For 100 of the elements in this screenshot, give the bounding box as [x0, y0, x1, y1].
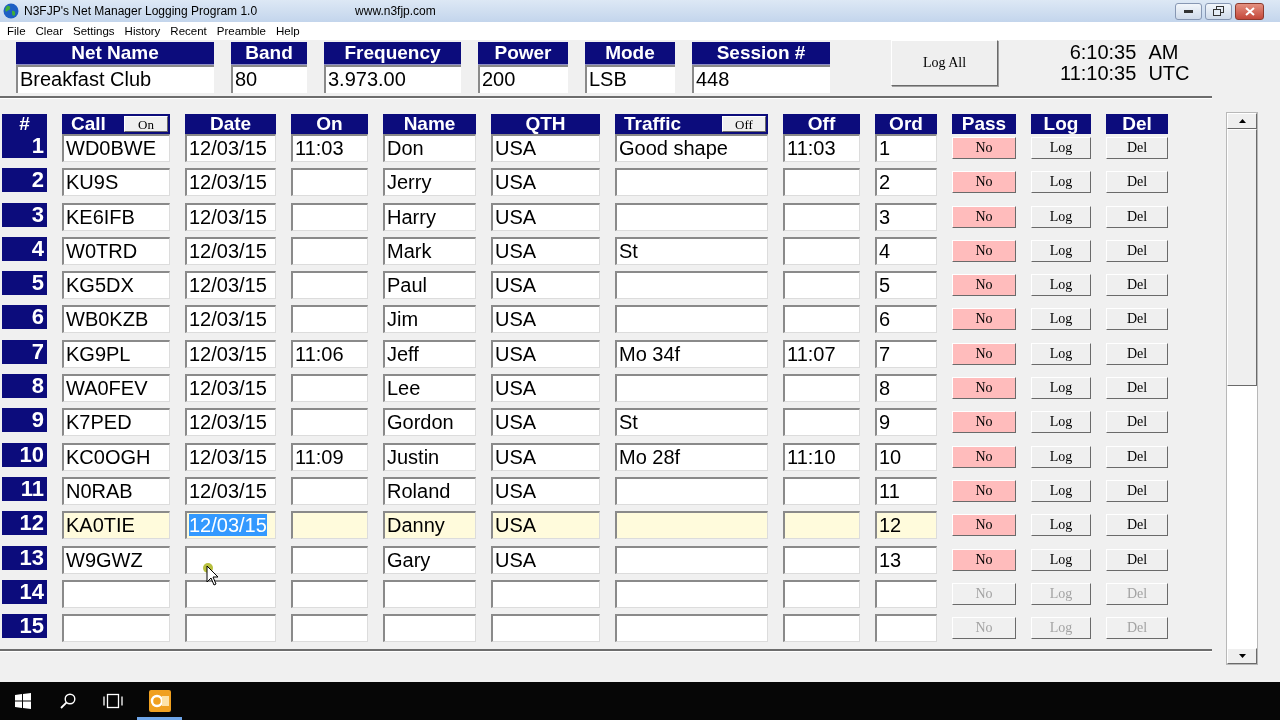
text-field[interactable]: 448 — [692, 65, 830, 93]
delete-button[interactable]: Del — [1106, 479, 1168, 502]
name-field[interactable]: Justin — [383, 442, 476, 471]
delete-button[interactable]: Del — [1106, 274, 1168, 297]
traffic-field[interactable] — [615, 476, 768, 505]
scrollbar-thumb[interactable] — [1227, 129, 1257, 386]
name-field[interactable]: Don — [383, 134, 476, 162]
qth-field[interactable]: USA — [491, 271, 600, 300]
pass-button[interactable]: No — [952, 308, 1016, 331]
menu-item[interactable]: Settings — [68, 25, 120, 37]
delete-button[interactable]: Del — [1106, 137, 1168, 159]
order-field[interactable]: 3 — [875, 202, 937, 231]
call-field[interactable]: WA0FEV — [62, 374, 170, 403]
toggle-button[interactable]: On — [124, 116, 168, 132]
order-field[interactable]: 1 — [875, 134, 937, 162]
name-field[interactable]: Mark — [383, 236, 476, 265]
log-button[interactable]: Log — [1031, 239, 1091, 262]
qth-field[interactable]: USA — [491, 236, 600, 265]
order-field[interactable]: 11 — [875, 476, 937, 505]
name-field[interactable]: Gordon — [383, 408, 476, 437]
order-field[interactable]: 4 — [875, 236, 937, 265]
qth-field[interactable]: USA — [491, 134, 600, 162]
name-field[interactable]: Jim — [383, 305, 476, 334]
off-time-field[interactable] — [783, 545, 860, 574]
on-time-field[interactable] — [291, 202, 368, 231]
qth-field[interactable]: USA — [491, 168, 600, 197]
date-field[interactable]: 12/03/15 — [185, 339, 276, 368]
scroll-up-button[interactable] — [1227, 113, 1257, 129]
delete-button[interactable]: Del — [1106, 239, 1168, 262]
text-field[interactable]: Breakfast Club — [16, 65, 214, 93]
pass-button[interactable]: No — [952, 171, 1016, 194]
pass-button[interactable]: No — [952, 239, 1016, 262]
log-button[interactable]: Log — [1031, 377, 1091, 400]
menu-item[interactable]: Help — [271, 25, 305, 37]
log-button[interactable]: Log — [1031, 445, 1091, 468]
name-field[interactable]: Lee — [383, 374, 476, 403]
call-field[interactable]: W0TRD — [62, 236, 170, 265]
delete-button[interactable]: Del — [1106, 411, 1168, 434]
scroll-down-button[interactable] — [1227, 648, 1257, 664]
name-field[interactable]: Paul — [383, 271, 476, 300]
date-field[interactable]: 12/03/15 — [185, 168, 276, 197]
on-time-field[interactable] — [291, 168, 368, 197]
date-field[interactable]: 12/03/15 — [185, 134, 276, 162]
on-time-field[interactable]: 11:03 — [291, 134, 368, 162]
call-field[interactable]: W9GWZ — [62, 545, 170, 574]
qth-field[interactable]: USA — [491, 476, 600, 505]
delete-button[interactable]: Del — [1106, 548, 1168, 571]
qth-field[interactable]: USA — [491, 511, 600, 540]
off-time-field[interactable] — [783, 511, 860, 540]
menu-item[interactable]: Recent — [165, 25, 212, 37]
pass-button[interactable]: No — [952, 445, 1016, 468]
menu-item[interactable]: Clear — [30, 25, 68, 37]
pass-button[interactable]: No — [952, 274, 1016, 297]
order-field[interactable]: 5 — [875, 271, 937, 300]
date-field[interactable]: 12/03/15 — [185, 271, 276, 300]
date-field[interactable]: 12/03/15 — [185, 236, 276, 265]
on-time-field[interactable] — [291, 408, 368, 437]
delete-button[interactable]: Del — [1106, 342, 1168, 365]
log-button[interactable]: Log — [1031, 171, 1091, 194]
off-time-field[interactable] — [783, 202, 860, 231]
traffic-field[interactable]: St — [615, 408, 768, 437]
on-time-field[interactable] — [291, 511, 368, 540]
traffic-field[interactable] — [615, 374, 768, 403]
log-button[interactable]: Log — [1031, 137, 1091, 159]
name-field[interactable]: Roland — [383, 476, 476, 505]
qth-field[interactable]: USA — [491, 408, 600, 437]
call-field[interactable]: N0RAB — [62, 476, 170, 505]
traffic-field[interactable] — [615, 202, 768, 231]
call-field[interactable]: KA0TIE — [62, 511, 170, 540]
call-field[interactable]: KU9S — [62, 168, 170, 197]
traffic-field[interactable]: Mo 34f — [615, 339, 768, 368]
call-field[interactable]: WB0KZB — [62, 305, 170, 334]
off-time-field[interactable] — [783, 476, 860, 505]
traffic-field[interactable] — [615, 511, 768, 540]
log-button[interactable]: Log — [1031, 411, 1091, 434]
order-field[interactable]: 6 — [875, 305, 937, 334]
delete-button[interactable]: Del — [1106, 445, 1168, 468]
on-time-field[interactable] — [291, 476, 368, 505]
off-time-field[interactable]: 11:10 — [783, 442, 860, 471]
scrollbar[interactable] — [1226, 112, 1258, 665]
delete-button[interactable]: Del — [1106, 171, 1168, 194]
name-field[interactable]: Danny — [383, 511, 476, 540]
traffic-field[interactable]: Mo 28f — [615, 442, 768, 471]
date-field[interactable]: 12/03/15 — [185, 202, 276, 231]
menu-item[interactable]: File — [2, 25, 31, 37]
name-field[interactable]: Jerry — [383, 168, 476, 197]
date-field[interactable] — [185, 545, 276, 574]
off-time-field[interactable] — [783, 236, 860, 265]
name-field[interactable]: Jeff — [383, 339, 476, 368]
pass-button[interactable]: No — [952, 411, 1016, 434]
order-field[interactable]: 10 — [875, 442, 937, 471]
log-all-button[interactable]: Log All — [891, 40, 998, 86]
on-time-field[interactable]: 11:09 — [291, 442, 368, 471]
traffic-field[interactable] — [615, 545, 768, 574]
qth-field[interactable]: USA — [491, 545, 600, 574]
name-field[interactable]: Gary — [383, 545, 476, 574]
delete-button[interactable]: Del — [1106, 205, 1168, 228]
on-time-field[interactable]: 11:06 — [291, 339, 368, 368]
on-time-field[interactable] — [291, 236, 368, 265]
off-time-field[interactable]: 11:07 — [783, 339, 860, 368]
